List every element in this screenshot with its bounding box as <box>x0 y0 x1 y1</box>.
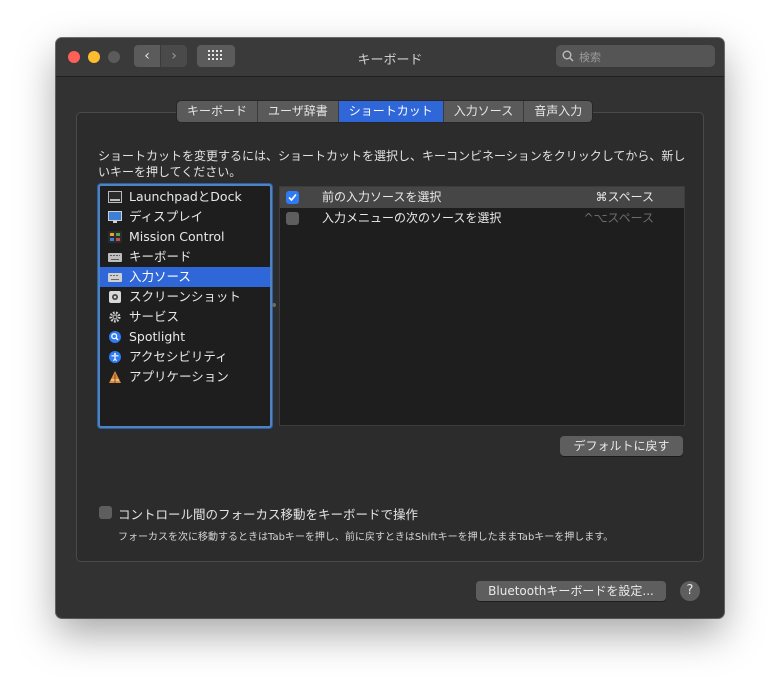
category-services[interactable]: サービス <box>100 307 270 327</box>
tab-dictation[interactable]: 音声入力 <box>524 101 592 122</box>
keyboard-icon <box>108 253 122 262</box>
title-bar: ‹ › キーボード 検索 <box>56 38 724 77</box>
launchpad-icon <box>108 191 122 203</box>
spotlight-icon <box>109 331 121 343</box>
keyboard-preferences-window: ‹ › キーボード 検索 キーボード ユーザ辞書 ショートカット 入力ソース 音… <box>56 38 724 618</box>
shortcut-checkbox[interactable] <box>286 212 299 225</box>
help-button[interactable]: ? <box>680 581 700 601</box>
category-label: ディスプレイ <box>129 209 204 224</box>
accessibility-icon <box>109 351 121 363</box>
category-label: サービス <box>129 309 180 324</box>
category-spotlight[interactable]: Spotlight <box>100 327 270 347</box>
category-label: 入力ソース <box>129 269 191 284</box>
search-placeholder: 検索 <box>579 51 601 64</box>
tab-user-dictionary[interactable]: ユーザ辞書 <box>258 101 339 122</box>
restore-defaults-button[interactable]: デフォルトに戻す <box>560 436 683 456</box>
screenshot-icon <box>109 291 121 303</box>
category-label: Spotlight <box>129 329 186 344</box>
display-icon <box>108 211 122 223</box>
shortcut-row[interactable]: 前の入力ソースを選択 ⌘スペース <box>280 187 684 208</box>
split-view-divider[interactable] <box>272 303 276 307</box>
tab-bar: キーボード ユーザ辞書 ショートカット 入力ソース 音声入力 <box>177 101 593 122</box>
category-accessibility[interactable]: アクセシビリティ <box>100 347 270 367</box>
input-source-icon <box>108 273 122 282</box>
shortcut-key[interactable]: ^⌥スペース <box>584 208 654 229</box>
applications-icon <box>109 371 121 383</box>
keyboard-navigation-checkbox[interactable] <box>99 506 112 519</box>
category-input-sources[interactable]: 入力ソース <box>100 267 270 287</box>
category-label: アプリケーション <box>129 369 229 384</box>
category-label: スクリーンショット <box>129 289 241 304</box>
search-icon <box>562 50 574 62</box>
category-launchpad-dock[interactable]: LaunchpadとDock <box>100 187 270 207</box>
category-applications[interactable]: アプリケーション <box>100 367 270 387</box>
shortcut-checkbox[interactable] <box>286 191 299 204</box>
category-display[interactable]: ディスプレイ <box>100 207 270 227</box>
shortcut-key[interactable]: ⌘スペース <box>595 187 654 208</box>
category-label: キーボード <box>129 249 192 264</box>
category-mission-control[interactable]: Mission Control <box>100 227 270 247</box>
tab-input-sources[interactable]: 入力ソース <box>444 101 525 122</box>
checkmark-icon <box>288 193 297 202</box>
category-list[interactable]: LaunchpadとDock ディスプレイ Mission Control キー… <box>98 184 272 428</box>
category-label: Mission Control <box>129 229 225 244</box>
shortcut-list: 前の入力ソースを選択 ⌘スペース 入力メニューの次のソースを選択 ^⌥スペース <box>279 186 685 426</box>
keyboard-navigation-label[interactable]: コントロール間のフォーカス移動をキーボードで操作 <box>118 504 418 523</box>
category-label: アクセシビリティ <box>129 349 228 364</box>
shortcut-row[interactable]: 入力メニューの次のソースを選択 ^⌥スペース <box>280 208 684 229</box>
tab-shortcuts[interactable]: ショートカット <box>338 101 444 122</box>
category-label: LaunchpadとDock <box>129 189 242 204</box>
category-keyboard[interactable]: キーボード <box>100 247 270 267</box>
shortcut-name: 前の入力ソースを選択 <box>322 190 442 204</box>
category-screenshot[interactable]: スクリーンショット <box>100 287 270 307</box>
gear-icon <box>109 311 121 323</box>
keyboard-navigation-note: フォーカスを次に移動するときはTabキーを押し、前に戻すときはShiftキーを押… <box>118 532 614 543</box>
instructions-text: ショートカットを変更するには、ショートカットを選択し、キーコンビネーションをクリ… <box>98 149 686 179</box>
setup-bluetooth-keyboard-button[interactable]: Bluetoothキーボードを設定... <box>476 581 666 601</box>
search-field[interactable]: 検索 <box>556 45 715 67</box>
shortcut-name: 入力メニューの次のソースを選択 <box>322 211 502 225</box>
tab-keyboard[interactable]: キーボード <box>177 101 259 122</box>
mission-control-icon <box>108 231 122 243</box>
